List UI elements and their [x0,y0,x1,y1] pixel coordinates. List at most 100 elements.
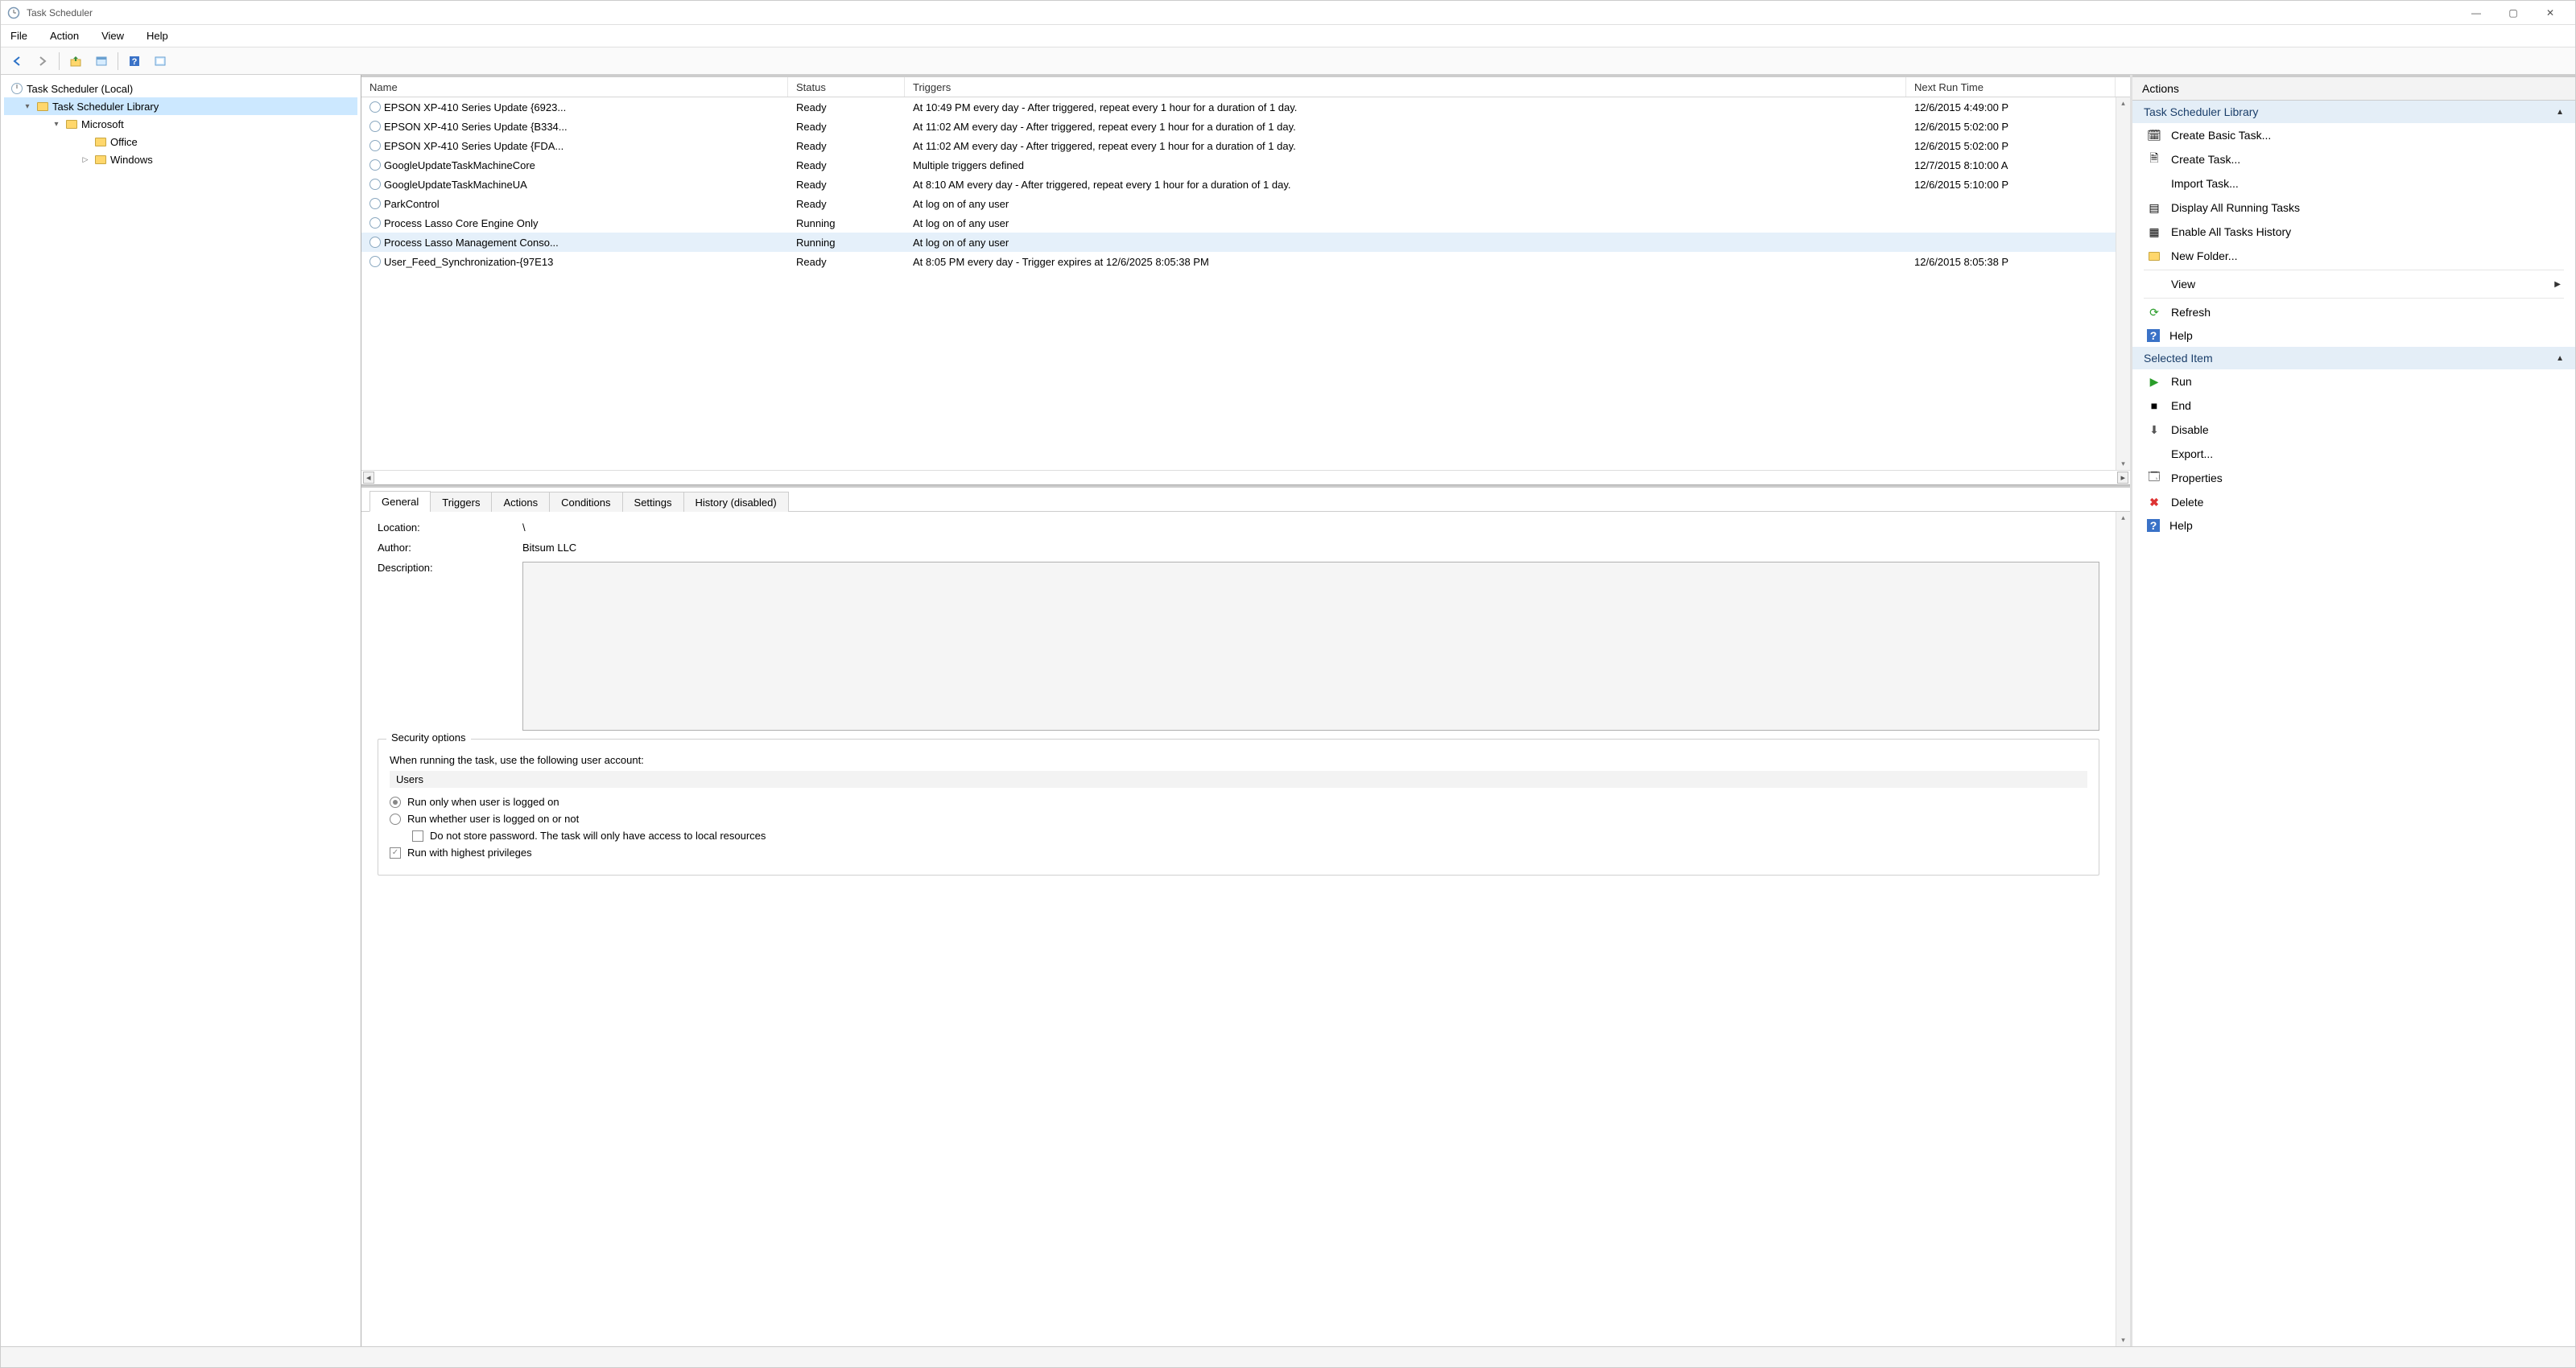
table-row[interactable]: User_Feed_Synchronization-{97E13ReadyAt … [361,252,2116,271]
collapse-icon[interactable]: ▲ [2556,354,2564,363]
radio-run-whether[interactable]: Run whether user is logged on or not [390,813,2087,825]
table-row[interactable]: EPSON XP-410 Series Update {B334... Ready… [361,117,2116,136]
action-export[interactable]: Export... [2132,442,2575,466]
col-header-triggers[interactable]: Triggers [905,77,1906,97]
checkbox-highest-privileges[interactable]: Run with highest privileges [390,847,2087,859]
table-row[interactable]: ParkControlReadyAt log on of any user [361,194,2116,213]
tab-general[interactable]: General [369,491,431,512]
nav-forward-button[interactable] [31,50,54,72]
task-icon [369,217,381,229]
tab-conditions[interactable]: Conditions [549,492,622,512]
nav-back-button[interactable] [6,50,28,72]
action-create-task[interactable]: 🗎Create Task... [2132,147,2575,171]
action-delete[interactable]: ✖Delete [2132,490,2575,514]
action-import-task[interactable]: Import Task... [2132,171,2575,196]
tree-windows[interactable]: ▷ Windows [4,150,357,168]
task-name: ParkControl [384,198,440,210]
menu-file[interactable]: File [7,28,31,43]
new-folder-icon [2147,249,2161,263]
toolbar-button-6[interactable] [149,50,171,72]
tree-microsoft[interactable]: ▾ Microsoft [4,115,357,133]
up-level-button[interactable] [64,50,87,72]
details-scrollbar[interactable]: ▴▾ [2116,512,2130,1346]
disable-icon: ⬇ [2147,422,2161,437]
task-name: GoogleUpdateTaskMachineCore [384,159,535,171]
table-row[interactable]: GoogleUpdateTaskMachineUAReadyAt 8:10 AM… [361,175,2116,194]
toolbar: ? [1,47,2575,75]
action-disable[interactable]: ⬇Disable [2132,418,2575,442]
task-icon [369,237,381,248]
action-end[interactable]: ■End [2132,394,2575,418]
tree-pane[interactable]: Task Scheduler (Local) ▾ Task Scheduler … [1,75,361,1346]
action-help-2[interactable]: ?Help [2132,514,2575,537]
action-refresh[interactable]: ⟳Refresh [2132,300,2575,324]
task-triggers: At log on of any user [905,198,1906,210]
collapse-icon[interactable]: ▲ [2556,108,2564,117]
table-row[interactable]: Process Lasso Management Conso...Running… [361,233,2116,252]
chevron-down-icon[interactable]: ▾ [51,120,62,129]
tab-triggers[interactable]: Triggers [430,492,492,512]
table-row[interactable]: EPSON XP-410 Series Update {6923...Ready… [361,97,2116,117]
task-table-body[interactable]: EPSON XP-410 Series Update {6923...Ready… [361,97,2116,470]
task-list-h-scrollbar[interactable]: ◂▸ [361,470,2130,484]
table-row[interactable]: GoogleUpdateTaskMachineCoreReadyMultiple… [361,155,2116,175]
task-table-header: Name Status Triggers Next Run Time [361,75,2130,97]
task-next-run: 12/6/2015 8:05:38 P [1906,256,2116,268]
task-name: EPSON XP-410 Series Update {B334... [384,121,568,133]
action-help[interactable]: ?Help [2132,324,2575,347]
export-icon [2147,447,2161,461]
chevron-down-icon[interactable]: ▾ [22,102,33,111]
actions-section-library-label: Task Scheduler Library [2144,105,2258,118]
actions-section-library[interactable]: Task Scheduler Library ▲ [2132,101,2575,123]
menu-view[interactable]: View [98,28,127,43]
tab-settings[interactable]: Settings [622,492,684,512]
action-enable-history[interactable]: ▦Enable All Tasks History [2132,220,2575,244]
task-triggers: At log on of any user [905,237,1906,249]
action-new-folder[interactable]: New Folder... [2132,244,2575,268]
radio-run-logged-on[interactable]: Run only when user is logged on [390,796,2087,808]
checkbox-no-password[interactable]: Do not store password. The task will onl… [412,830,2087,842]
task-name: Process Lasso Core Engine Only [384,217,538,229]
menu-action[interactable]: Action [47,28,82,43]
action-display-running[interactable]: ▤Display All Running Tasks [2132,196,2575,220]
task-name: Process Lasso Management Conso... [384,237,559,249]
toolbar-button-4[interactable] [90,50,113,72]
action-create-basic-task[interactable]: 🗓Create Basic Task... [2132,123,2575,147]
end-icon: ■ [2147,398,2161,413]
minimize-button[interactable]: — [2458,1,2495,25]
action-run[interactable]: ▶Run [2132,369,2575,394]
action-properties[interactable]: 🗔Properties [2132,466,2575,490]
status-bar [1,1346,2575,1367]
help-toolbar-button[interactable]: ? [123,50,146,72]
action-view[interactable]: View▶ [2132,272,2575,296]
task-triggers: At 11:02 AM every day - After triggered,… [905,140,1906,152]
chevron-right-icon[interactable]: ▷ [80,155,91,164]
details-body: Location: \ Author: Bitsum LLC Descripti… [361,512,2116,885]
table-row[interactable]: EPSON XP-410 Series Update {FDA...ReadyA… [361,136,2116,155]
checkbox-icon [412,830,423,842]
close-button[interactable]: ✕ [2532,1,2569,25]
tab-actions[interactable]: Actions [491,492,550,512]
tab-history[interactable]: History (disabled) [683,492,789,512]
tree-library[interactable]: ▾ Task Scheduler Library [4,97,357,115]
task-list-scrollbar[interactable]: ▴▾ [2116,97,2130,470]
refresh-icon: ⟳ [2147,305,2161,319]
window-title: Task Scheduler [27,7,93,19]
task-icon [369,159,381,171]
menu-help[interactable]: Help [143,28,171,43]
task-status: Ready [788,121,905,133]
app-clock-icon [7,6,20,19]
menu-bar: File Action View Help [1,25,2575,47]
col-header-name[interactable]: Name [361,77,788,97]
tree-office[interactable]: Office [4,133,357,150]
actions-section-selected[interactable]: Selected Item ▲ [2132,347,2575,369]
description-box[interactable] [522,562,2099,731]
radio-run-whether-label: Run whether user is logged on or not [407,813,579,825]
col-header-next-run[interactable]: Next Run Time [1906,77,2116,97]
col-header-status[interactable]: Status [788,77,905,97]
task-status: Ready [788,140,905,152]
maximize-button[interactable]: ▢ [2495,1,2532,25]
tree-root[interactable]: Task Scheduler (Local) [4,80,357,97]
app-window: Task Scheduler — ▢ ✕ File Action View He… [0,0,2576,1368]
table-row[interactable]: Process Lasso Core Engine OnlyRunningAt … [361,213,2116,233]
